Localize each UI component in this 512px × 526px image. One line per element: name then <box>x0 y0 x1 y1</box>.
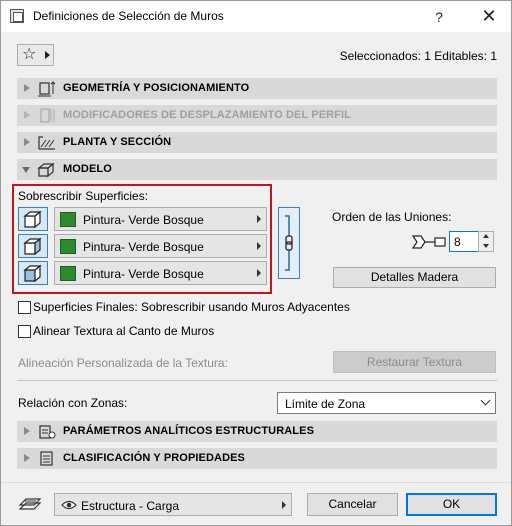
floor-plan-icon <box>38 136 55 150</box>
align-texture-label: Alinear Textura al Canto de Muros <box>33 324 215 338</box>
chevron-right-icon <box>45 51 50 59</box>
panel-structural-analysis[interactable]: PARÁMETROS ANALÍTICOS ESTRUCTURALES <box>17 421 497 442</box>
panel-profile-modifiers-label: MODIFICADORES DE DESPLAZAMIENTO DEL PERF… <box>63 109 351 121</box>
timber-details-button[interactable]: Detalles Madera <box>333 267 496 288</box>
expand-arrow-icon <box>24 111 30 119</box>
panel-floor-plan-section[interactable]: PLANTA Y SECCIÓN <box>17 132 497 153</box>
close-button[interactable]: ✕ <box>479 6 499 26</box>
eye-icon <box>61 500 77 510</box>
panel-model[interactable]: MODELO <box>17 159 497 180</box>
chevron-right-icon <box>282 501 286 509</box>
link-surfaces-button[interactable] <box>278 207 300 279</box>
ok-button[interactable]: OK <box>406 493 497 516</box>
zone-relation-value: Límite de Zona <box>285 397 366 411</box>
classification-icon <box>40 451 53 466</box>
panel-geometry-label: GEOMETRÍA Y POSICIONAMIENTO <box>63 82 250 94</box>
footer-separator <box>1 482 511 483</box>
override-surfaces-highlight <box>12 184 272 294</box>
window-icon <box>10 9 24 23</box>
zone-relation-label: Relación con Zonas: <box>18 396 128 410</box>
title-bar: Definiciones de Selección de Muros ? ✕ <box>1 1 511 32</box>
collapse-arrow-icon <box>22 167 30 173</box>
restore-texture-button: Restaurar Textura <box>333 351 496 373</box>
expand-arrow-icon <box>24 454 30 462</box>
layer-value: Estructura - Carga <box>81 499 180 513</box>
custom-texture-alignment-label: Alineación Personalizada de la Textura: <box>18 356 228 370</box>
panel-geometry[interactable]: GEOMETRÍA Y POSICIONAMIENTO <box>17 78 497 99</box>
geometry-icon <box>38 81 56 97</box>
link-chain-icon <box>285 215 293 271</box>
wall-selection-settings-dialog: Definiciones de Selección de Muros ? ✕ ☆… <box>0 0 512 526</box>
model-icon <box>37 162 55 178</box>
expand-arrow-icon <box>24 427 30 435</box>
joins-order-label: Orden de las Uniones: <box>332 210 452 224</box>
arrow-up-icon[interactable] <box>483 234 489 238</box>
chevron-down-icon <box>480 395 491 406</box>
joins-order-stepper[interactable] <box>478 231 494 252</box>
panel-floor-plan-label: PLANTA Y SECCIÓN <box>63 136 172 148</box>
end-surfaces-label: Superficies Finales: Sobrescribir usando… <box>33 300 350 314</box>
layer-select[interactable]: Estructura - Carga <box>54 493 292 516</box>
expand-arrow-icon <box>24 84 30 92</box>
window-title: Definiciones de Selección de Muros <box>33 9 224 23</box>
joins-order-icon <box>411 235 446 249</box>
layer-icon <box>18 498 42 510</box>
profile-modifier-icon <box>40 108 55 123</box>
joins-order-input[interactable]: 8 <box>449 231 479 252</box>
expand-arrow-icon <box>24 138 30 146</box>
arrow-down-icon[interactable] <box>483 244 489 248</box>
panel-model-label: MODELO <box>63 163 112 175</box>
panel-classification-label: CLASIFICACIÓN Y PROPIEDADES <box>63 452 245 464</box>
panel-classification[interactable]: CLASIFICACIÓN Y PROPIEDADES <box>17 448 497 469</box>
cancel-button[interactable]: Cancelar <box>307 493 398 516</box>
divider <box>17 380 497 381</box>
end-surfaces-checkbox[interactable] <box>18 301 31 314</box>
selection-count: Seleccionados: 1 Editables: 1 <box>339 49 497 63</box>
structural-analysis-icon <box>39 425 56 439</box>
help-button[interactable]: ? <box>429 7 449 27</box>
zone-relation-dropdown[interactable]: Límite de Zona <box>277 392 496 414</box>
favorites-button[interactable]: ☆ <box>17 44 54 66</box>
panel-profile-modifiers: MODIFICADORES DE DESPLAZAMIENTO DEL PERF… <box>17 105 497 126</box>
align-texture-checkbox[interactable] <box>18 325 31 338</box>
panel-structural-analysis-label: PARÁMETROS ANALÍTICOS ESTRUCTURALES <box>63 425 314 437</box>
star-icon: ☆ <box>22 46 37 63</box>
